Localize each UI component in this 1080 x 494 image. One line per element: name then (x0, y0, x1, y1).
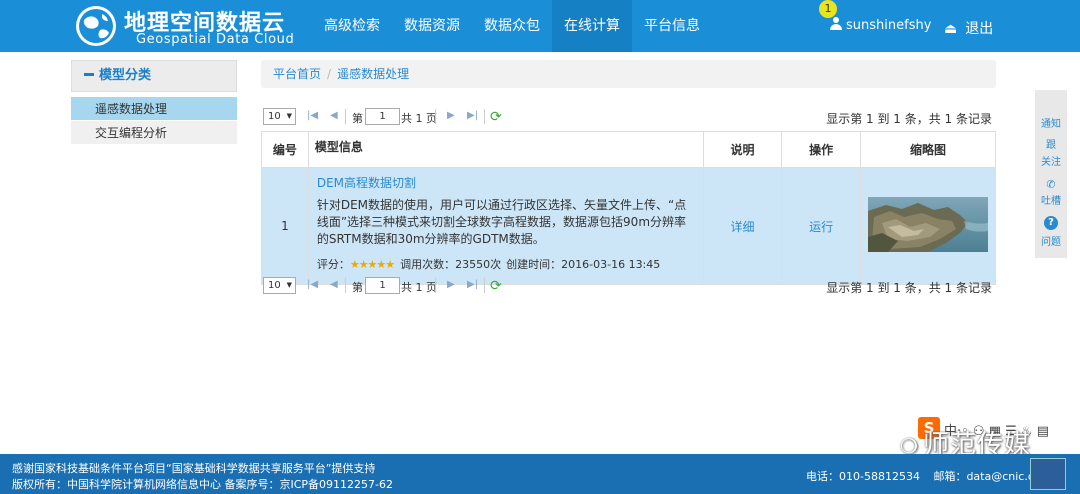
run-link[interactable]: 运行 (809, 220, 833, 234)
model-title-link[interactable]: DEM高程数据切割 (317, 174, 695, 191)
breadcrumb-home[interactable]: 平台首页 (273, 67, 321, 81)
model-table: 编号 模型信息 说明 操作 缩略图 1 DEM高程数据切割 针对DEM数据的使用… (261, 131, 996, 285)
rating-stars-icon: ★★★★★ (349, 258, 395, 271)
created-value: 2016-03-16 13:45 (561, 258, 661, 271)
feedback-button[interactable]: 吐槽 (1035, 195, 1067, 208)
page-prefix: 第 (352, 112, 363, 125)
user-menu[interactable]: sunshinefshy (830, 17, 931, 33)
help-icon[interactable]: ? (1035, 216, 1067, 230)
breadcrumb: 平台首页 / 遥感数据处理 (261, 60, 996, 88)
first-page-icon[interactable]: |◀ (307, 279, 318, 290)
last-page-icon[interactable]: ▶| (467, 110, 478, 121)
refresh-icon[interactable]: ⟳ (490, 278, 502, 294)
footer-email: 邮箱：data@cnic.cn (933, 470, 1041, 483)
next-page-icon[interactable]: ▶ (447, 279, 455, 290)
col-header-info: 模型信息 (307, 131, 704, 168)
logo-subtitle: Geospatial Data Cloud (136, 32, 295, 47)
footer-acknowledgement: 感谢国家科技基础条件平台项目“国家基础科学数据共享服务平台”提供支持 (12, 462, 376, 475)
col-header-desc: 说明 (702, 131, 783, 168)
col-header-thumb: 缩略图 (860, 131, 996, 168)
sidebar-item-interactive-programming[interactable]: 交互编程分析 (71, 121, 237, 145)
follow-button[interactable]: 关注 (1035, 156, 1067, 169)
created-label: 创建时间： (506, 258, 562, 271)
model-meta: 评分：★★★★★ 调用次数：23550次 创建时间：2016-03-16 13:45 (317, 256, 695, 272)
top-header: 地理空间数据云 Geospatial Data Cloud 高级检索 数据资源 … (0, 0, 1080, 52)
model-description: 针对DEM数据的使用，用户可以通过行政区选择、矢量文件上传、“点线面”选择三种模… (316, 198, 687, 246)
globe-icon (76, 6, 116, 46)
col-header-op: 操作 (781, 131, 862, 168)
page-input-bottom[interactable]: 1 (365, 277, 400, 294)
model-info-cell: DEM高程数据切割 针对DEM数据的使用，用户可以通过行政区选择、矢量文件上传、… (307, 167, 704, 285)
page-input[interactable]: 1 (365, 108, 400, 125)
footer-phone: 电话：010-58812534 (806, 470, 920, 483)
calls-label: 调用次数： (400, 258, 456, 271)
notice-button[interactable]: 通知 (1035, 118, 1067, 131)
logout-icon: ⏏ (944, 21, 958, 37)
nav-online-compute[interactable]: 在线计算 (552, 0, 632, 52)
notification-badge[interactable]: 1 (819, 0, 837, 18)
table-row[interactable]: 1 DEM高程数据切割 针对DEM数据的使用，用户可以通过行政区选择、矢量文件上… (261, 167, 996, 285)
nav-platform-info[interactable]: 平台信息 (632, 0, 712, 52)
next-page-icon[interactable]: ▶ (447, 110, 455, 121)
category-sidebar: 模型分类 遥感数据处理 交互编程分析 (71, 60, 237, 145)
footer-copyright: 版权所有：中国科学院计算机网络信息中心 备案序号：京ICP备09112257-6… (12, 478, 394, 491)
operation-cell: 运行 (781, 167, 862, 285)
page-total: 共 1 页 (401, 281, 437, 294)
sidebar-header[interactable]: 模型分类 (71, 60, 237, 92)
record-summary: 显示第 1 到 1 条，共 1 条记录 (826, 112, 992, 126)
sidebar-item-remote-sensing[interactable]: 遥感数据处理 (71, 97, 237, 121)
page-footer: 感谢国家科技基础条件平台项目“国家基础科学数据共享服务平台”提供支持 版权所有：… (0, 454, 1080, 494)
phone-icon: ✆ (1046, 178, 1056, 191)
user-icon (830, 17, 842, 30)
nav-data-crowdsourcing[interactable]: 数据众包 (472, 0, 552, 52)
nav-data-resources[interactable]: 数据资源 (392, 0, 472, 52)
page-size-select-bottom[interactable]: 10 (263, 277, 296, 294)
calls-value: 23550次 (455, 258, 502, 271)
help-button[interactable]: 问题 (1035, 236, 1067, 249)
main-nav: 高级检索 数据资源 数据众包 在线计算 平台信息 (312, 0, 712, 52)
last-page-icon[interactable]: ▶| (467, 279, 478, 290)
detail-link[interactable]: 详细 (730, 220, 754, 234)
refresh-icon[interactable]: ⟳ (490, 109, 502, 125)
table-header-row: 编号 模型信息 说明 操作 缩略图 (261, 131, 996, 168)
col-header-num: 编号 (261, 131, 309, 168)
sidebar-title: 模型分类 (99, 68, 152, 83)
first-page-icon[interactable]: |◀ (307, 110, 318, 121)
pager-bottom: 10 |◀ ◀ 第 1 共 1 页 ▶ ▶| ⟳ 显示第 1 到 1 条，共 1… (263, 276, 996, 296)
logout-button[interactable]: ⏏ 退出 (944, 18, 993, 38)
nav-advanced-search[interactable]: 高级检索 (312, 0, 392, 52)
breadcrumb-separator: / (327, 67, 332, 81)
rating-label: 评分： (316, 258, 350, 271)
username: sunshinefshy (846, 18, 932, 33)
prev-page-icon[interactable]: ◀ (330, 279, 338, 290)
prev-page-icon[interactable]: ◀ (330, 110, 338, 121)
row-number: 1 (261, 167, 309, 285)
page-size-select[interactable]: 10 (263, 108, 296, 125)
page-total: 共 1 页 (401, 112, 437, 125)
footer-badge-logo[interactable] (1030, 458, 1066, 490)
thumbnail-cell (860, 167, 996, 285)
logout-label: 退出 (965, 21, 994, 37)
detail-cell: 详细 (702, 167, 783, 285)
breadcrumb-current: 遥感数据处理 (337, 67, 410, 81)
site-logo[interactable]: 地理空间数据云 Geospatial Data Cloud (76, 4, 300, 48)
pager-top: 10 |◀ ◀ 第 1 共 1 页 ▶ ▶| ⟳ 显示第 1 到 1 条，共 1… (263, 107, 996, 127)
collapse-icon (84, 73, 94, 76)
page-prefix: 第 (352, 281, 363, 294)
footer-contact: 电话：010-58812534 邮箱：data@cnic.cn (806, 468, 1041, 484)
record-summary: 显示第 1 到 1 条，共 1 条记录 (826, 281, 992, 295)
dem-thumbnail-image[interactable] (868, 197, 989, 252)
floating-sidebar: 通知 跟 关注 ✆ 吐槽 ? 问题 (1035, 90, 1067, 258)
follow-button-top[interactable]: 跟 (1035, 139, 1067, 152)
